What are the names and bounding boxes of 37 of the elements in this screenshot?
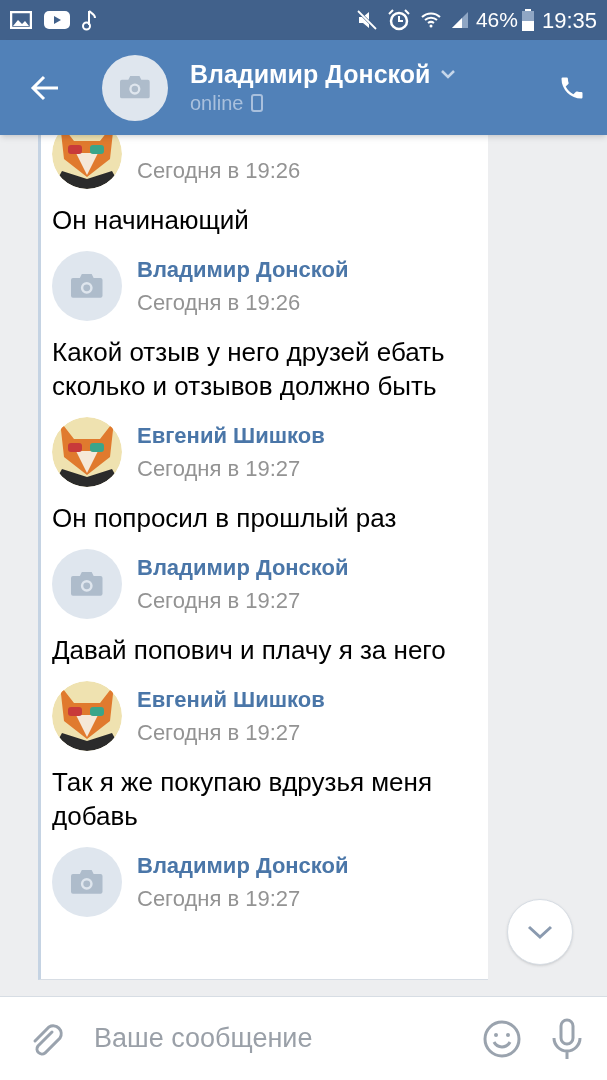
message-time: Сегодня в 19:26 (137, 159, 301, 183)
author-name[interactable]: Владимир Донской (137, 853, 349, 879)
camera-icon (120, 76, 150, 99)
battery-icon (521, 9, 534, 31)
image-icon (10, 11, 32, 29)
online-status: online (190, 90, 244, 116)
message-time: Сегодня в 19:27 (137, 721, 302, 745)
message-text: Давай попович и плачу я за него (52, 634, 447, 667)
music-note-icon (82, 9, 98, 31)
camera-icon (71, 572, 103, 596)
message-text: Он попросил в прошлый раз (52, 502, 398, 535)
message-input[interactable]: Ваше сообщение (94, 1018, 477, 1059)
chat-title[interactable]: Владимир Донской (190, 58, 431, 89)
message-text: Так я же покупаю вдрузья меня добавь (52, 766, 434, 833)
author-name[interactable]: Владимир Донской (137, 555, 349, 581)
message-time: Сегодня в 19:26 (137, 291, 302, 315)
message-time: Сегодня в 19:27 (137, 887, 302, 911)
chevron-down-icon (440, 68, 457, 79)
message-text: Он начинающий (52, 204, 250, 237)
mute-icon (355, 9, 378, 31)
author-name[interactable]: Евгений Шишков (137, 423, 325, 449)
author-name[interactable]: Евгений Шишков (137, 687, 325, 713)
chevron-down-icon (526, 924, 554, 940)
smiley-icon (483, 1019, 521, 1058)
microphone-icon (551, 1017, 583, 1060)
battery-percent: 46% (475, 7, 518, 34)
clock: 19:35 (541, 6, 597, 35)
message-time: Сегодня в 19:27 (137, 457, 302, 481)
phone-device-icon (251, 93, 264, 112)
play-icon (44, 11, 70, 29)
camera-icon (71, 870, 103, 894)
alarm-icon (387, 9, 410, 31)
camera-icon (71, 274, 103, 298)
message-time: Сегодня в 19:27 (137, 589, 302, 613)
author-name[interactable]: Владимир Донской (137, 257, 349, 283)
back-arrow-icon (30, 74, 60, 101)
message-text: Какой отзыв у него друзей ебать сколько и отзывов должно быть (52, 336, 446, 403)
